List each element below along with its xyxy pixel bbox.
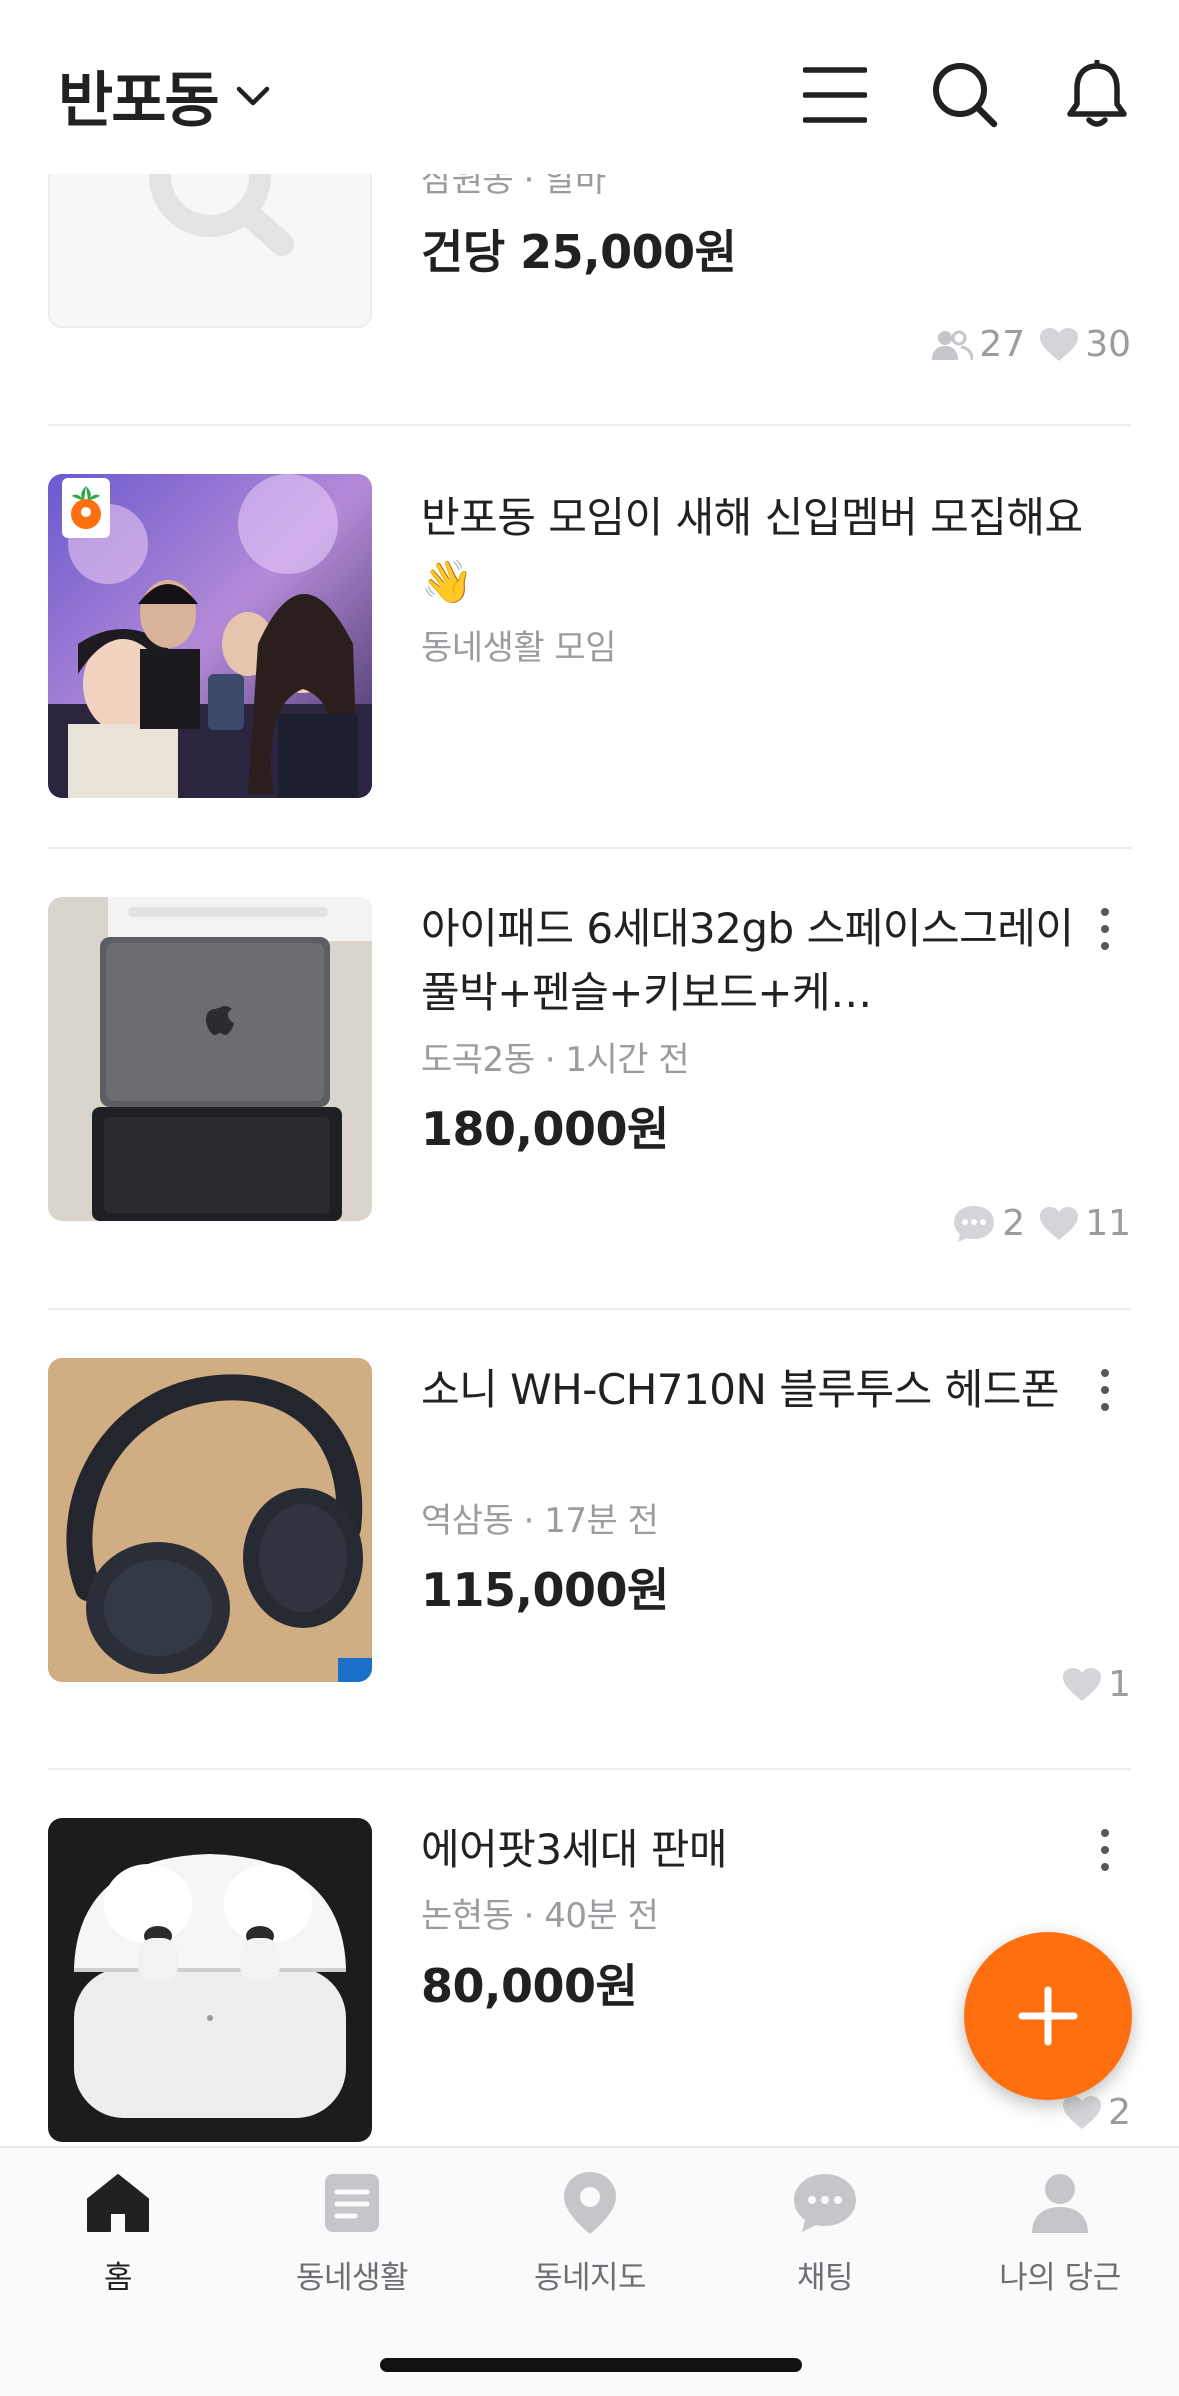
item-title: 에어팟3세대 판매: [421, 1825, 728, 1874]
item-title: 반포동 모임이 새해 신입멤버 모집해요 👋: [421, 493, 1083, 606]
item-price: 180,000원: [421, 1102, 669, 1156]
home-icon: [87, 2174, 149, 2232]
members-count: 27: [979, 324, 1026, 365]
item-meta: 도곡2동 · 1시간 전: [421, 1040, 690, 1080]
divider: [48, 847, 1131, 849]
feed-item-ipad[interactable]: 아이패드 6세대32gb 스페이스그레이 풀박+펜슬+키보드+케… 도곡2동 ·…: [48, 897, 1131, 1277]
airpods-photo: [48, 1818, 372, 2142]
heart-icon: [1040, 327, 1079, 361]
item-meta: 삼원동 · 알바: [421, 174, 606, 200]
carrot-logo-icon: [71, 486, 101, 529]
item-meta: 역삼동 · 17분 전: [421, 1501, 659, 1541]
more-options-icon[interactable]: [1085, 1360, 1125, 1420]
feed-item-job[interactable]: 삼원동 · 알바 건당 25,000원 27 30: [48, 174, 1131, 454]
likes-count: 1: [1108, 1664, 1131, 1705]
divider: [48, 1308, 1131, 1310]
more-options-icon[interactable]: [1085, 1820, 1125, 1880]
tab-label: 홈: [103, 2260, 133, 2296]
tab-home[interactable]: 홈: [18, 2168, 218, 2297]
app-header: 반포동: [0, 0, 1179, 174]
tab-label: 동네생활: [295, 2260, 409, 2296]
item-title: 소니 WH-CH710N 블루투스 헤드폰: [421, 1365, 1060, 1414]
profile-icon: [1032, 2174, 1088, 2233]
chats-count: 2: [1002, 1203, 1026, 1244]
heart-icon: [1063, 1667, 1102, 1701]
likes-count: 11: [1085, 1203, 1131, 1244]
headphones-photo: [48, 1358, 372, 1682]
carrot-badge: [62, 478, 110, 538]
item-price: 115,000원: [421, 1563, 669, 1617]
map-pin-icon: [564, 2172, 616, 2234]
heart-icon: [1063, 2095, 1102, 2129]
community-icon: [325, 2174, 379, 2232]
item-meta: 논현동 · 40분 전: [421, 1896, 659, 1936]
divider: [48, 424, 1131, 426]
heart-icon: [1040, 1206, 1079, 1240]
more-options-icon[interactable]: [1085, 899, 1125, 959]
item-meta: 동네생활 모임: [421, 628, 617, 668]
chevron-down-icon: [236, 86, 269, 105]
meetup-photo: [48, 474, 372, 798]
feed-item-airpods[interactable]: 에어팟3세대 판매 논현동 · 40분 전 80,000원 2: [48, 1818, 1131, 2146]
tab-map[interactable]: 동네지도: [490, 2168, 690, 2297]
feed-list: 삼원동 · 알바 건당 25,000원 27 30 반포동 모임이 새해 신입멤…: [0, 174, 1179, 2146]
ipad-photo: [48, 897, 372, 1221]
likes-count: 30: [1085, 324, 1131, 365]
item-stats: 2 11: [938, 1203, 1131, 1244]
item-stats: 27 30: [917, 324, 1131, 365]
tab-community[interactable]: 동네생활: [252, 2168, 452, 2297]
people-icon: [932, 330, 974, 360]
tab-label: 동네지도: [533, 2260, 647, 2296]
tab-label: 채팅: [796, 2260, 854, 2296]
divider: [48, 1768, 1131, 1770]
likes-count: 2: [1108, 2092, 1131, 2133]
bell-icon[interactable]: [1062, 60, 1132, 130]
item-title: 아이패드 6세대32gb 스페이스그레이 풀박+펜슬+키보드+케…: [421, 904, 1074, 1017]
chat-bubble-icon: [954, 1205, 995, 1242]
location-selector[interactable]: 반포동: [58, 52, 270, 139]
tab-chat[interactable]: 채팅: [725, 2168, 925, 2297]
feed-item-meetup[interactable]: 반포동 모임이 새해 신입멤버 모집해요 👋 동네생활 모임: [48, 474, 1131, 804]
plus-icon: [1018, 1986, 1078, 2046]
search-icon[interactable]: [930, 60, 1000, 130]
tab-my-carrot[interactable]: 나의 당근: [960, 2168, 1160, 2297]
menu-icon[interactable]: [800, 60, 870, 130]
item-price: 건당 25,000원: [421, 225, 737, 279]
chat-icon: [794, 2174, 856, 2232]
item-stats: 1: [1048, 1664, 1131, 1705]
feed-item-headphones[interactable]: 소니 WH-CH710N 블루투스 헤드폰 역삼동 · 17분 전 115,00…: [48, 1358, 1131, 1738]
job-placeholder-thumbnail: [48, 174, 372, 328]
home-indicator: [380, 2358, 802, 2372]
search-placeholder-icon: [149, 174, 294, 256]
tab-label: 나의 당근: [999, 2260, 1121, 2296]
item-price: 80,000원: [421, 1959, 638, 2013]
location-label: 반포동: [58, 66, 220, 136]
write-post-button[interactable]: [964, 1932, 1132, 2100]
